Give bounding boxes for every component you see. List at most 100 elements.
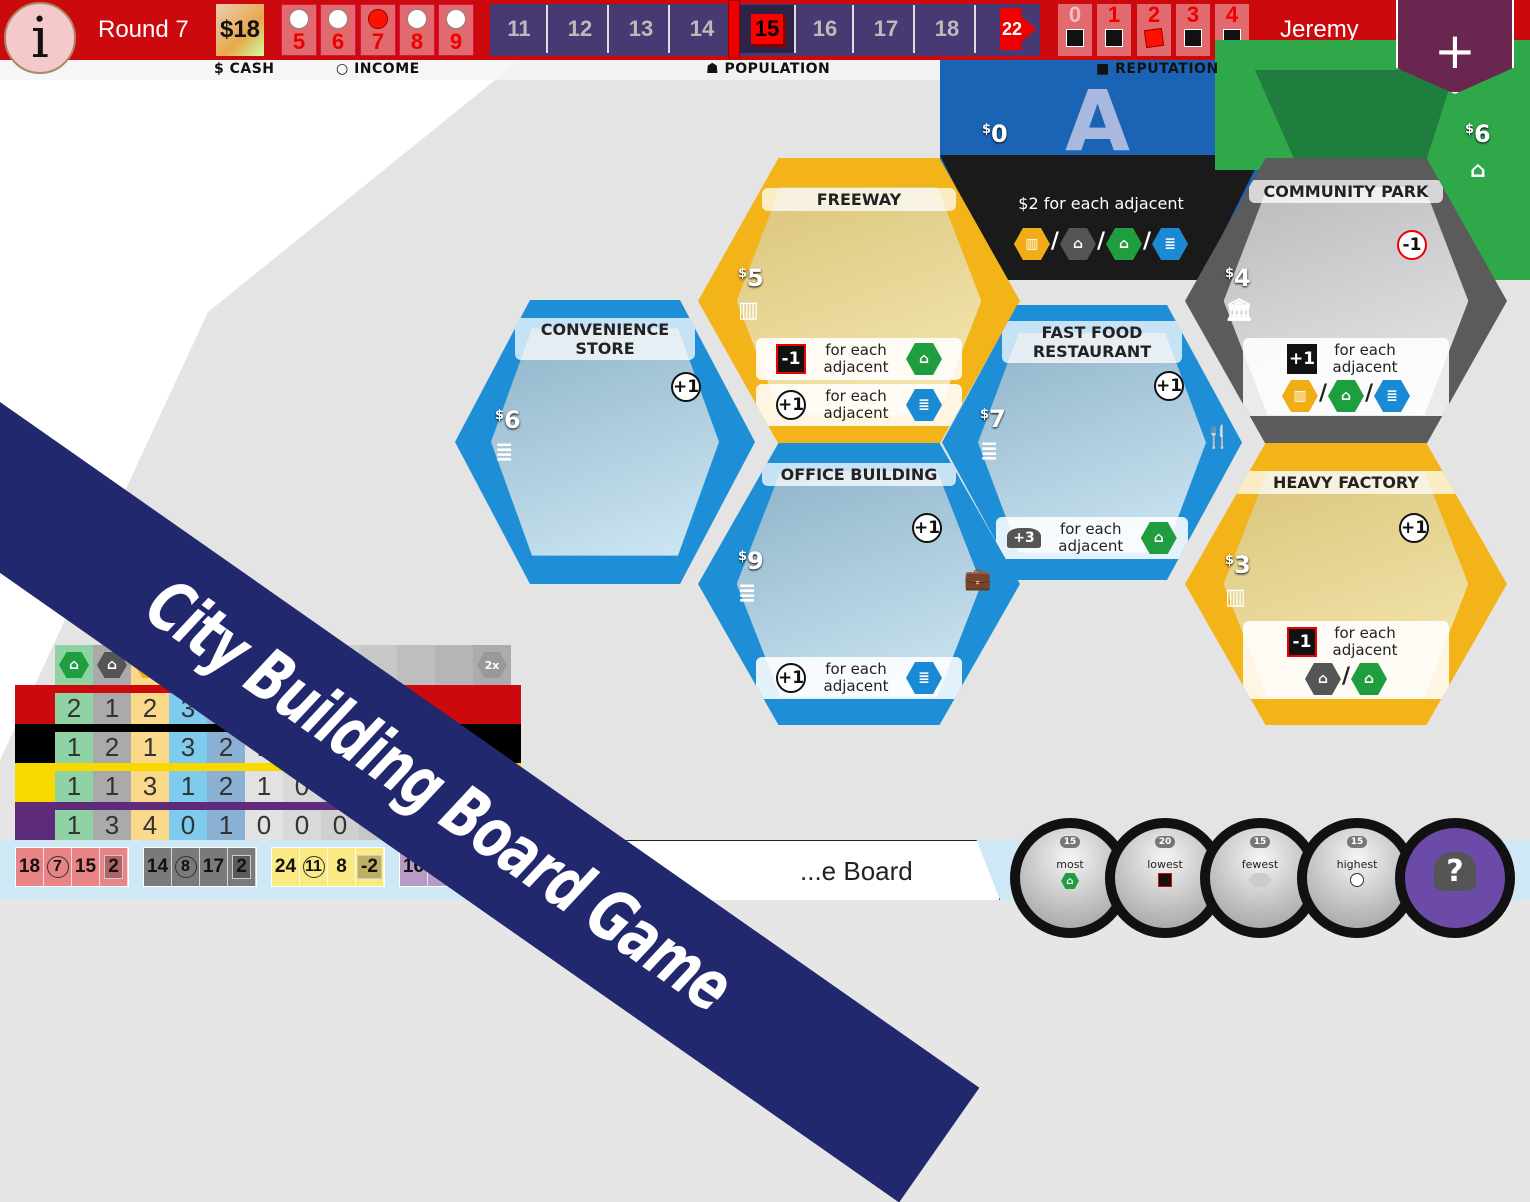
population-cell: 18: [920, 5, 976, 53]
population-cell: 11: [492, 5, 548, 53]
mystery-meeple-icon: ?: [1434, 852, 1476, 891]
goal-label: highest: [1336, 858, 1378, 871]
info-button[interactable]: i: [4, 2, 76, 74]
commercial-icon: ≣: [1152, 228, 1189, 260]
reputation-cell: 3: [1176, 4, 1210, 56]
cash-label: $ CASH: [214, 61, 275, 77]
summary-income: 11: [300, 848, 328, 886]
player-color-bar: [15, 685, 55, 724]
commercial-icon: ≣: [495, 440, 514, 465]
effect-text: for each adjacent: [1332, 624, 1398, 659]
goal-points: 20: [1154, 836, 1176, 848]
population-cell: 16: [798, 5, 854, 53]
score-cell: 1: [55, 732, 93, 763]
score-cell: 2: [55, 693, 93, 724]
player-summary[interactable]: 24 11 8 -2: [271, 847, 385, 887]
header-cell: [435, 645, 473, 685]
summary-population: 14: [144, 848, 172, 886]
score-cell: 3: [131, 771, 169, 802]
summary-income: 8: [172, 848, 200, 886]
reputation-cell: 1: [1097, 4, 1131, 56]
industrial-icon: ▥: [1281, 380, 1318, 412]
income-bonus-badge: +1: [912, 513, 942, 543]
round-label: Round 7: [98, 16, 189, 43]
player-color-bar: [15, 724, 55, 763]
score-cell: 2: [93, 732, 131, 763]
reputation-label: ■ REPUTATION: [1096, 61, 1219, 77]
tile-art: [491, 328, 719, 556]
residential-icon: ⌂: [1106, 228, 1143, 260]
civic-icon: ⌂: [1059, 228, 1096, 260]
restaurant-icon: 🍴: [1204, 425, 1232, 450]
commercial-icon: ≣: [905, 389, 942, 421]
summary-next-population: 15: [72, 848, 100, 886]
effect-text: for each adjacent: [1058, 520, 1124, 555]
income-cell: 7: [360, 4, 396, 56]
player-summary[interactable]: 18 7 15 2: [15, 847, 129, 887]
tile-effect: -1 for each adjacent ⌂ / ⌂: [1242, 621, 1450, 699]
goal-label: lowest: [1147, 858, 1183, 871]
header-2x: 2x: [473, 645, 511, 685]
goal-mystery[interactable]: ?: [1395, 818, 1515, 938]
summary-reputation: -2: [356, 848, 384, 886]
income-badge: +1: [775, 390, 806, 420]
double-icon: 2x: [477, 652, 507, 678]
reputation-marker-icon: [1105, 29, 1123, 47]
tile-cost: $3: [1225, 551, 1251, 579]
tile-title: FREEWAY: [762, 188, 956, 211]
income-marker-icon: [328, 9, 348, 29]
income-label: ○ INCOME: [336, 61, 420, 77]
tile-effect: +1 for each adjacent ▥ / ⌂ / ≣: [1242, 338, 1450, 416]
population-cell: 13: [614, 5, 670, 53]
player-summary[interactable]: 14 8 17 2: [143, 847, 257, 887]
tile-cost: $4: [1225, 264, 1251, 292]
reputation-marker-icon: [1184, 29, 1202, 47]
income-badge: +1: [775, 663, 806, 693]
commercial-icon: ≣: [980, 439, 999, 464]
reputation-badge: -1: [775, 344, 806, 374]
population-label: ☗ POPULATION: [706, 61, 831, 77]
tile-title: OFFICE BUILDING: [762, 463, 956, 486]
civic-icon: 🏛: [1225, 298, 1253, 323]
income-marker-icon: [407, 9, 427, 29]
income-marker-icon: [446, 9, 466, 29]
reputation-cell: 0: [1058, 4, 1092, 56]
reputation-icon: [1158, 873, 1172, 887]
effect-text: for each adjacent: [823, 341, 889, 376]
goal-label: most: [1056, 858, 1084, 871]
score-cell: 2: [131, 693, 169, 724]
commercial-icon: ≣: [1374, 380, 1411, 412]
reputation-bonus-badge: -1: [1397, 230, 1427, 260]
tile-cost: $0: [982, 120, 1008, 148]
tile-cost: $5: [738, 264, 764, 292]
population-threshold-marker: [728, 0, 740, 58]
score-cell: 3: [93, 810, 131, 841]
income-icon: [1350, 873, 1364, 887]
income-cell: 5: [281, 4, 317, 56]
player-color-bar: [15, 763, 55, 802]
income-bonus-badge: +1: [1399, 513, 1429, 543]
residential-icon: ⌂: [1140, 522, 1177, 554]
residential-icon: ⌂: [1061, 873, 1079, 889]
reputation-cell: 2: [1137, 4, 1171, 56]
plus-icon: +: [1434, 22, 1476, 80]
income-cell: 8: [399, 4, 435, 56]
score-cell: 2: [207, 771, 245, 802]
industrial-icon: ▥: [1225, 585, 1246, 610]
commercial-icon: ≣: [738, 581, 757, 606]
tile-cost: $7: [980, 405, 1006, 433]
reputation-marker-icon: [1066, 29, 1084, 47]
score-cell: 1: [207, 810, 245, 841]
score-cell: 1: [169, 771, 207, 802]
tile-title: FAST FOOD RESTAURANT: [1002, 321, 1182, 363]
summary-next-population: 17: [200, 848, 228, 886]
lake-letter: A: [1065, 72, 1131, 170]
tile-effect: -1 for each adjacent ⌂: [755, 338, 963, 380]
population-badge: +3: [1007, 528, 1041, 548]
tile-effect: +3 for each adjacent ⌂: [996, 517, 1188, 559]
lake-effect-text: $2 for each adjacent: [1018, 194, 1184, 213]
civic-icon: ⌂: [1304, 663, 1341, 695]
board-tab-label: ...e Board: [800, 856, 913, 886]
score-cell: 1: [245, 771, 283, 802]
score-cell: 3: [169, 732, 207, 763]
